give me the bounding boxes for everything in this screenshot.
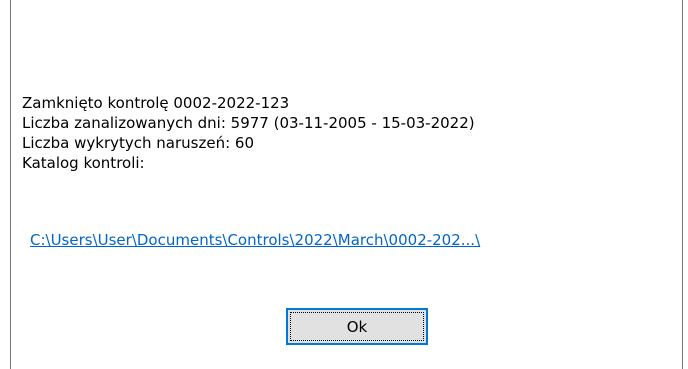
message-text: Zamknięto kontrolę 0002-2022-123 Liczba … [22, 93, 475, 173]
ok-button[interactable]: Ok [286, 308, 428, 345]
message-dialog: Zamknięto kontrolę 0002-2022-123 Liczba … [0, 0, 688, 369]
message-line-control-closed: Zamknięto kontrolę 0002-2022-123 [22, 94, 290, 112]
dialog-frame-left [10, 0, 11, 369]
message-line-days-analyzed: Liczba zanalizowanych dni: 5977 (03-11-2… [22, 114, 475, 132]
dialog-frame-right [682, 0, 683, 369]
control-directory-link[interactable]: C:\Users\User\Documents\Controls\2022\Ma… [30, 230, 480, 250]
message-line-violations: Liczba wykrytych naruszeń: 60 [22, 134, 254, 152]
message-line-directory-label: Katalog kontroli: [22, 154, 145, 172]
